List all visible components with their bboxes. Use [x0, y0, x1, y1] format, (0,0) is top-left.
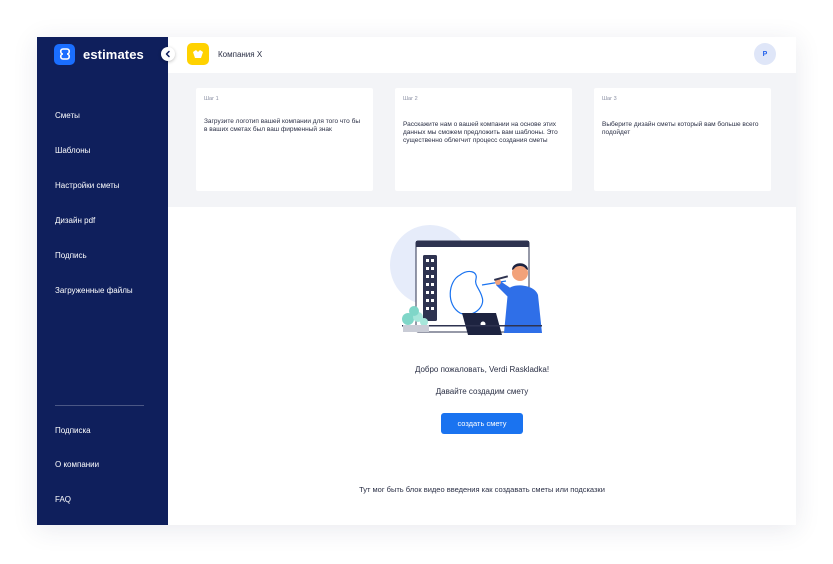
welcome-message: Добро пожаловать, Verdi Raskladka! — [414, 365, 550, 374]
welcome-illustration — [390, 225, 542, 335]
sidebar-item-about-company[interactable]: О компании — [55, 460, 99, 469]
step-text: Выберите дизайн сметы который вам больше… — [602, 121, 759, 136]
avatar[interactable]: P — [754, 43, 776, 65]
sidebar-item-estimate-settings[interactable]: Настройки сметы — [55, 181, 120, 190]
brand-logo[interactable]: estimates — [54, 43, 144, 65]
create-estimate-button[interactable]: создать смету — [441, 413, 523, 434]
brand-name: estimates — [83, 46, 144, 62]
sidebar: estimates Сметы Шаблоны Настройки сметы … — [37, 37, 168, 525]
estimates-logo-icon — [54, 43, 75, 65]
collapse-sidebar-button[interactable] — [161, 47, 175, 61]
welcome-subtitle: Давайте создадим смету — [435, 387, 529, 396]
app-window: estimates Сметы Шаблоны Настройки сметы … — [37, 37, 796, 525]
step-text: Загрузите логотип вашей компании для тог… — [204, 118, 360, 133]
chevron-left-icon — [165, 50, 170, 58]
sidebar-item-uploaded-files[interactable]: Загруженные файлы — [55, 286, 133, 295]
sidebar-item-pdf-design[interactable]: Дизайн pdf — [55, 216, 95, 225]
step-label: Шаг 3 — [602, 96, 617, 102]
step-label: Шаг 2 — [403, 96, 418, 102]
step-card-2[interactable]: Шаг 2 Расскажите нам о вашей компании на… — [395, 88, 572, 191]
step-card-1[interactable]: Шаг 1 Загрузите логотип вашей компании д… — [196, 88, 373, 191]
company-logo-icon[interactable] — [187, 43, 209, 65]
sidebar-divider — [55, 405, 144, 406]
sidebar-item-subscription[interactable]: Подписка — [55, 426, 91, 435]
sidebar-item-faq[interactable]: FAQ — [55, 495, 71, 504]
company-name[interactable]: Компания X — [218, 50, 262, 59]
step-label: Шаг 1 — [204, 96, 219, 102]
sidebar-item-signature[interactable]: Подпись — [55, 251, 87, 260]
main-panel: Добро пожаловать, Verdi Raskladka! Давай… — [168, 207, 796, 525]
sidebar-item-templates[interactable]: Шаблоны — [55, 146, 90, 155]
step-text: Расскажите нам о вашей компании на основ… — [403, 121, 558, 144]
topbar: Компания X P — [168, 37, 796, 73]
video-intro-placeholder: Тут мог быть блок видео введения как соз… — [359, 485, 605, 494]
step-card-3[interactable]: Шаг 3 Выберите дизайн сметы который вам … — [594, 88, 771, 191]
sidebar-item-estimates[interactable]: Сметы — [55, 111, 80, 120]
